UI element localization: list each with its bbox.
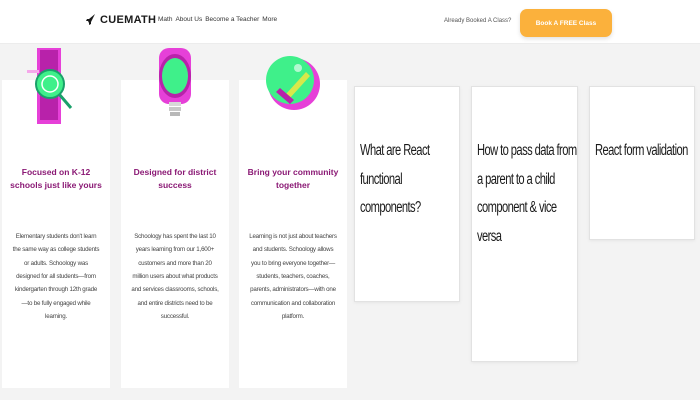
feature-body: Learning is not just about teachers and … [249, 233, 337, 320]
top-navbar: CUEMATH Math About Us Become a Teacher M… [0, 0, 700, 44]
nav-link-math[interactable]: Math [158, 16, 172, 23]
feature-card-k12: Focused on K-12 schools just like yours … [2, 48, 110, 388]
feature-body: Schoology has spent the last 10 years le… [131, 233, 219, 320]
feature-card-district: Designed for district success Schoology … [121, 48, 229, 388]
school-magnifier-icon [27, 48, 73, 124]
already-booked-link[interactable]: Already Booked A Class? [444, 18, 511, 24]
nav-link-more[interactable]: More [262, 16, 277, 23]
feature-title: Focused on K-12 schools just like yours [10, 167, 102, 190]
question-card[interactable]: React form validation [589, 86, 695, 240]
feature-body: Elementary students don't learn the same… [12, 233, 100, 320]
feature-title: Bring your community together [247, 167, 339, 190]
nav-link-become-teacher[interactable]: Become a Teacher [205, 16, 259, 23]
community-badge-icon [266, 56, 320, 110]
nav-links: Math About Us Become a Teacher More [158, 16, 277, 23]
nav-link-about-us[interactable]: About Us [175, 16, 202, 23]
question-text: How to pass data from a parent to a chil… [477, 142, 577, 246]
lightbulb-icon [159, 48, 191, 116]
rocket-icon [86, 14, 95, 25]
cuemath-logo[interactable]: CUEMATH [86, 14, 156, 26]
brand-name: CUEMATH [100, 14, 157, 26]
book-free-class-button[interactable]: Book A FREE Class [520, 9, 612, 37]
question-text: React form validation [595, 142, 688, 159]
feature-card-community: Bring your community together Learning i… [239, 56, 347, 388]
question-card[interactable]: What are React functional components? [354, 86, 460, 302]
question-text: What are React functional components? [360, 142, 430, 217]
question-card[interactable]: How to pass data from a parent to a chil… [471, 86, 578, 362]
feature-title: Designed for district success [133, 167, 217, 190]
